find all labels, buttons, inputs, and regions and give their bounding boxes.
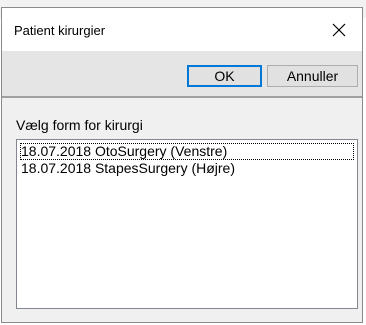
close-button[interactable]	[316, 8, 362, 51]
close-icon	[332, 23, 346, 36]
dialog-title: Patient kirurgier	[14, 23, 106, 38]
dialog-titlebar: Patient kirurgier	[2, 8, 362, 51]
ok-button[interactable]: OK	[187, 65, 262, 87]
list-item[interactable]: 18.07.2018 StapesSurgery (Højre)	[20, 160, 354, 177]
surgery-form-label: Vælg form for kirurgi	[16, 117, 143, 133]
surgery-listbox[interactable]: 18.07.2018 OtoSurgery (Venstre) 18.07.20…	[16, 139, 358, 309]
toolbar-separator	[2, 96, 362, 98]
dialog-toolbar: OK Annuller	[2, 51, 362, 96]
patient-surgeries-dialog: Patient kirurgier OK Annuller Vælg form …	[1, 7, 363, 323]
list-item[interactable]: 18.07.2018 OtoSurgery (Venstre)	[20, 143, 354, 160]
cancel-button[interactable]: Annuller	[267, 65, 358, 87]
